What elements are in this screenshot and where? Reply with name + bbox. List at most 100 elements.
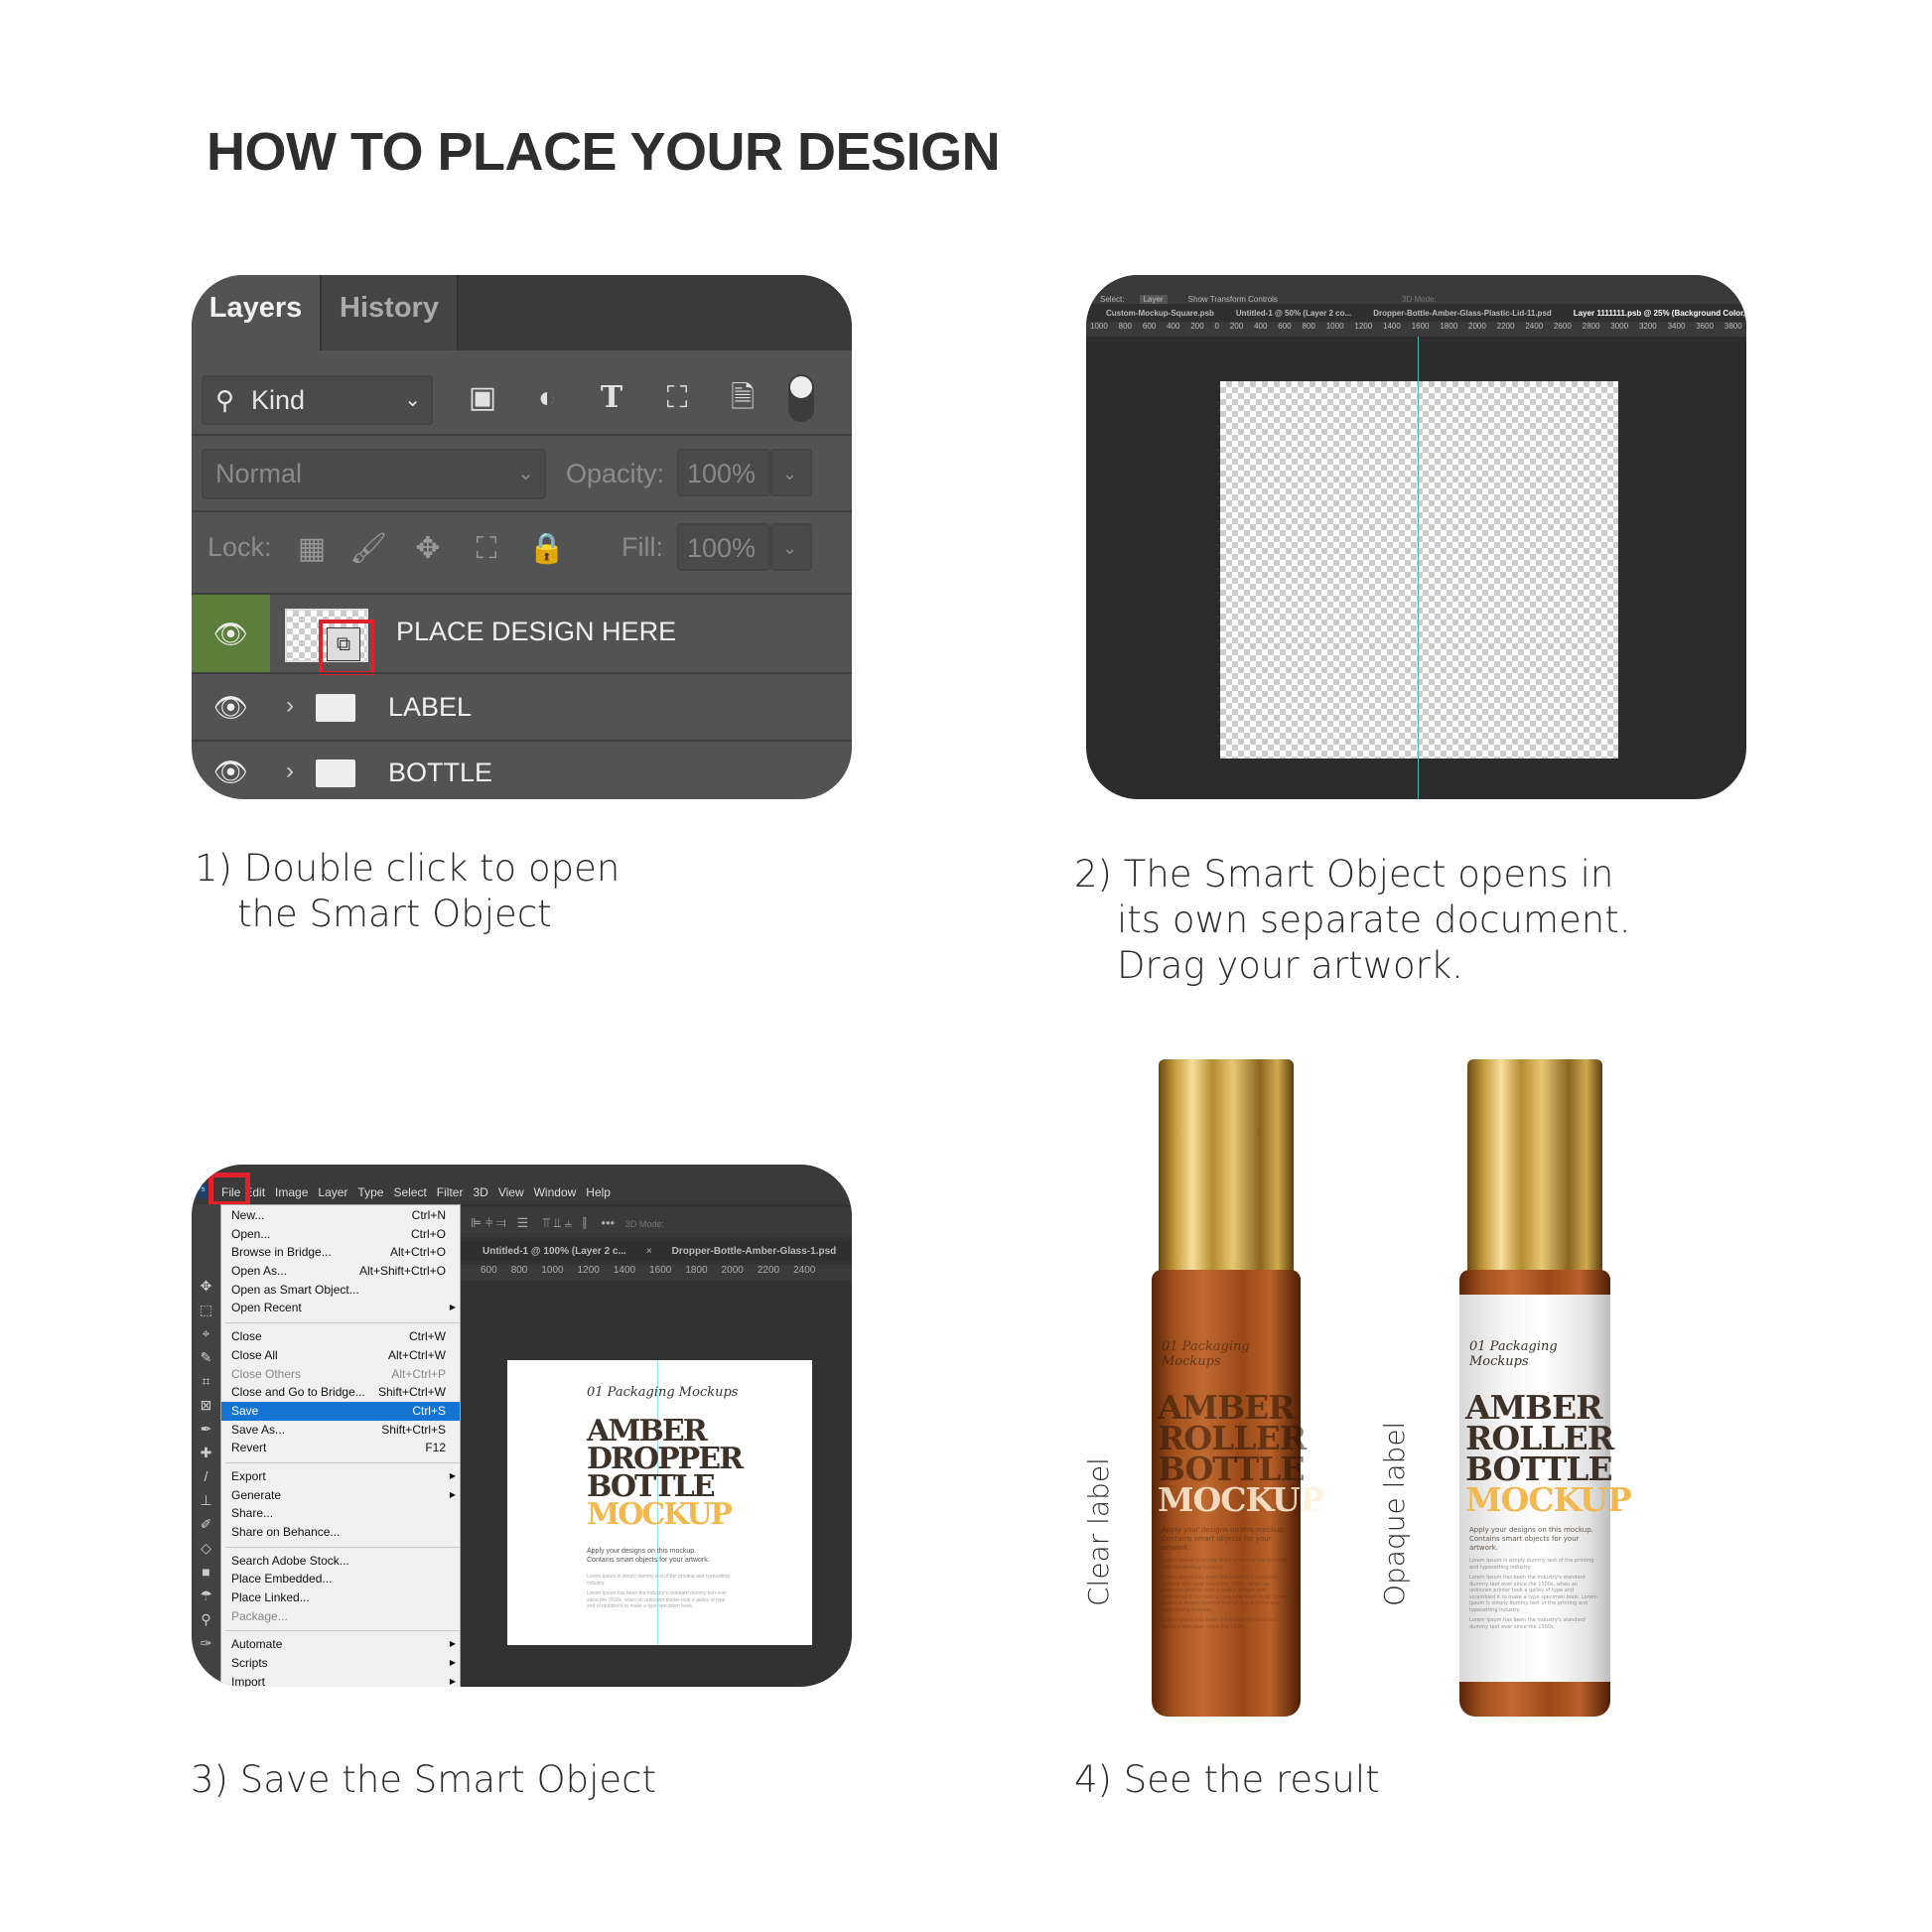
document-tab[interactable]: Untitled-1 @ 50% (Layer 2 co... xyxy=(1236,309,1351,318)
opaque-label-caption: Opaque label xyxy=(1378,1421,1411,1606)
menu-item-import[interactable]: Import ▶ xyxy=(221,1673,460,1687)
menu-item-open-as-smart-object[interactable]: Open as Smart Object... xyxy=(221,1281,460,1300)
menu-item-save[interactable]: Save Ctrl+S xyxy=(221,1401,460,1421)
menu-item-place-embedded[interactable]: Place Embedded... xyxy=(221,1570,460,1588)
menu-item-shortcut: Shift+Ctrl+S xyxy=(381,1422,446,1437)
menu-type[interactable]: Type xyxy=(357,1185,383,1199)
layer-row-bottle[interactable]: 👁 › BOTTLE xyxy=(192,740,852,799)
filter-toggle[interactable] xyxy=(788,374,814,422)
menu-select[interactable]: Select xyxy=(393,1185,426,1199)
document-tab[interactable]: Custom-Mockup-Square.psb xyxy=(1106,309,1214,318)
document-tab[interactable]: Dropper-Bottle-Amber-Glass-1.psd xyxy=(672,1246,837,1257)
smart-object-filter-icon[interactable]: 🗎 xyxy=(723,378,762,418)
menu-item-package[interactable]: Package... xyxy=(221,1607,460,1626)
lock-transparent-icon[interactable]: ▦ xyxy=(292,529,332,569)
menu-item-share-on-behance[interactable]: Share on Behance... xyxy=(221,1523,460,1542)
document-tab[interactable]: Untitled-1 @ 100% (Layer 2 c... xyxy=(483,1246,626,1257)
ruler-tick: 600 xyxy=(481,1265,497,1276)
expand-chevron-icon[interactable]: › xyxy=(286,758,294,785)
artwork-canvas[interactable]: 01 Packaging Mockups AMBER DROPPER BOTTL… xyxy=(507,1360,812,1645)
menu-item-share[interactable]: Share... xyxy=(221,1504,460,1523)
eye-icon[interactable]: 👁 xyxy=(192,742,270,799)
menu-separator xyxy=(225,1461,460,1463)
menu-item-close-and-go-to-bridge[interactable]: Close and Go to Bridge... Shift+Ctrl+W xyxy=(221,1383,460,1402)
ruler-tick: 400 xyxy=(1254,322,1268,331)
menu-window[interactable]: Window xyxy=(534,1185,577,1199)
menu-item-scripts[interactable]: Scripts ▶ xyxy=(221,1654,460,1673)
ruler-tick: 0 xyxy=(1214,322,1219,331)
menu-item-label: Share... xyxy=(231,1506,274,1521)
menu-item-new[interactable]: New... Ctrl+N xyxy=(221,1206,460,1225)
menu-3d[interactable]: 3D xyxy=(473,1185,487,1199)
menu-item-open[interactable]: Open... Ctrl+O xyxy=(221,1225,460,1244)
ruler-tick: 2400 xyxy=(793,1265,816,1276)
tab-history[interactable]: History xyxy=(320,275,459,350)
image-filter-icon[interactable]: ▣ xyxy=(463,378,502,418)
lock-position-icon[interactable]: ✥ xyxy=(408,529,448,569)
menu-item-browse-in-bridge[interactable]: Browse in Bridge... Alt+Ctrl+O xyxy=(221,1243,460,1262)
tools-toolbar[interactable]: ✥ ⬚ ⌖ ✎ ⌗ ⊠ ✒ ✚ / ⊥ ✐ ◇ ■ ☂ ⚲ ✑ xyxy=(192,1204,220,1687)
menu-layer[interactable]: Layer xyxy=(318,1185,347,1199)
fill-chevron-icon[interactable]: ⌄ xyxy=(770,523,812,571)
ruler-tick: 800 xyxy=(510,1265,528,1276)
opacity-chevron-icon[interactable]: ⌄ xyxy=(770,449,812,496)
menu-item-generate[interactable]: Generate ▶ xyxy=(221,1486,460,1505)
smart-object-document-screenshot: Select: Layer Show Transform Controls 3D… xyxy=(1086,275,1746,799)
menu-item-save-as[interactable]: Save As... Shift+Ctrl+S xyxy=(221,1421,460,1440)
document-tab[interactable]: Layer 1111111.psb @ 25% (Background Colo… xyxy=(1574,309,1746,318)
document-tab[interactable]: Dropper-Bottle-Amber-Glass-Plastic-Lid-1… xyxy=(1373,309,1552,318)
headline-accent: MOCKUP xyxy=(587,1497,733,1532)
options-bar: ⊫ ⫩ ⫤ ☰ ⫪ ⫫ ⫨ ⫿ ••• 3D Mode: xyxy=(461,1207,852,1237)
menu-item-revert[interactable]: Revert F12 xyxy=(221,1439,460,1457)
menu-item-search-adobe-stock[interactable]: Search Adobe Stock... xyxy=(221,1552,460,1571)
adjustment-filter-icon[interactable]: ◐ xyxy=(527,378,567,418)
menu-item-automate[interactable]: Automate ▶ xyxy=(221,1635,460,1654)
shape-filter-icon[interactable]: ⛶ xyxy=(657,378,697,418)
photoshop-logo-icon: Ps xyxy=(196,1184,207,1198)
menu-item-open-recent[interactable]: Open Recent ▶ xyxy=(221,1299,460,1317)
menu-item-close[interactable]: Close Ctrl+W xyxy=(221,1327,460,1346)
ruler-tick: 3200 xyxy=(1638,322,1657,331)
ruler-tick: 1200 xyxy=(1354,322,1373,331)
layer-dropdown[interactable]: Layer xyxy=(1139,295,1168,304)
type-filter-icon[interactable]: T xyxy=(592,378,631,418)
ruler-tick: 1000 xyxy=(541,1265,564,1276)
transparent-canvas[interactable] xyxy=(1220,381,1618,759)
menu-item-close-all[interactable]: Close All Alt+Ctrl+W xyxy=(221,1346,460,1365)
layer-row-label[interactable]: 👁 › LABEL xyxy=(192,672,852,740)
fill-field[interactable]: 100% xyxy=(677,523,770,571)
menu-image[interactable]: Image xyxy=(275,1185,308,1199)
lock-artboard-icon[interactable]: ⛶ xyxy=(467,529,506,569)
eye-icon[interactable]: 👁 xyxy=(192,595,270,672)
ruler-tick: 800 xyxy=(1118,322,1133,331)
bottle-label-print: 01 Packaging Mockups AMBER ROLLER BOTTLE MOC… xyxy=(1459,1270,1632,1717)
menu-view[interactable]: View xyxy=(498,1185,524,1199)
label-tagline: Apply your designs on this mockup. Contai… xyxy=(1162,1526,1286,1552)
menu-help[interactable]: Help xyxy=(586,1185,611,1199)
folder-icon xyxy=(316,759,355,787)
menu-filter[interactable]: Filter xyxy=(437,1185,464,1199)
menu-item-place-linked[interactable]: Place Linked... xyxy=(221,1588,460,1607)
artwork-tagline: Apply your designs on this mockup. Contai… xyxy=(587,1548,710,1564)
menu-item-close-others[interactable]: Close Others Alt+Ctrl+P xyxy=(221,1365,460,1384)
opacity-field[interactable]: 100% xyxy=(677,449,770,496)
ruler-tick: 2400 xyxy=(1525,322,1544,331)
ruler-tick: 200 xyxy=(1229,322,1244,331)
menu-item-shortcut: Ctrl+W xyxy=(409,1329,446,1344)
expand-chevron-icon[interactable]: › xyxy=(286,692,294,720)
eye-icon[interactable]: 👁 xyxy=(192,674,270,740)
menu-item-open-as[interactable]: Open As... Alt+Shift+Ctrl+O xyxy=(221,1262,460,1281)
layer-row-place-design[interactable]: 👁 ⧉ PLACE DESIGN HERE xyxy=(192,593,852,675)
folder-icon xyxy=(316,694,355,722)
lock-brush-icon[interactable]: 🖌 xyxy=(348,529,388,569)
kind-filter-dropdown[interactable]: ⚲ Kind ⌄ xyxy=(202,375,433,425)
menu-item-export[interactable]: Export ▶ xyxy=(221,1467,460,1486)
layers-panel-screenshot: Layers History ⚲ Kind ⌄ ▣ ◐ T ⛶ 🗎 Normal… xyxy=(192,275,852,799)
layer-name: PLACE DESIGN HERE xyxy=(396,617,677,646)
tab-layers[interactable]: Layers xyxy=(192,275,320,350)
step-2-caption: 2) The Smart Object opens in its own sepa… xyxy=(1074,853,1631,987)
ruler-tick: 2200 xyxy=(757,1265,780,1276)
transform-controls-checkbox[interactable]: Show Transform Controls xyxy=(1188,295,1278,304)
blend-mode-dropdown[interactable]: Normal ⌄ xyxy=(202,449,546,499)
lock-all-icon[interactable]: 🔒 xyxy=(527,529,567,569)
